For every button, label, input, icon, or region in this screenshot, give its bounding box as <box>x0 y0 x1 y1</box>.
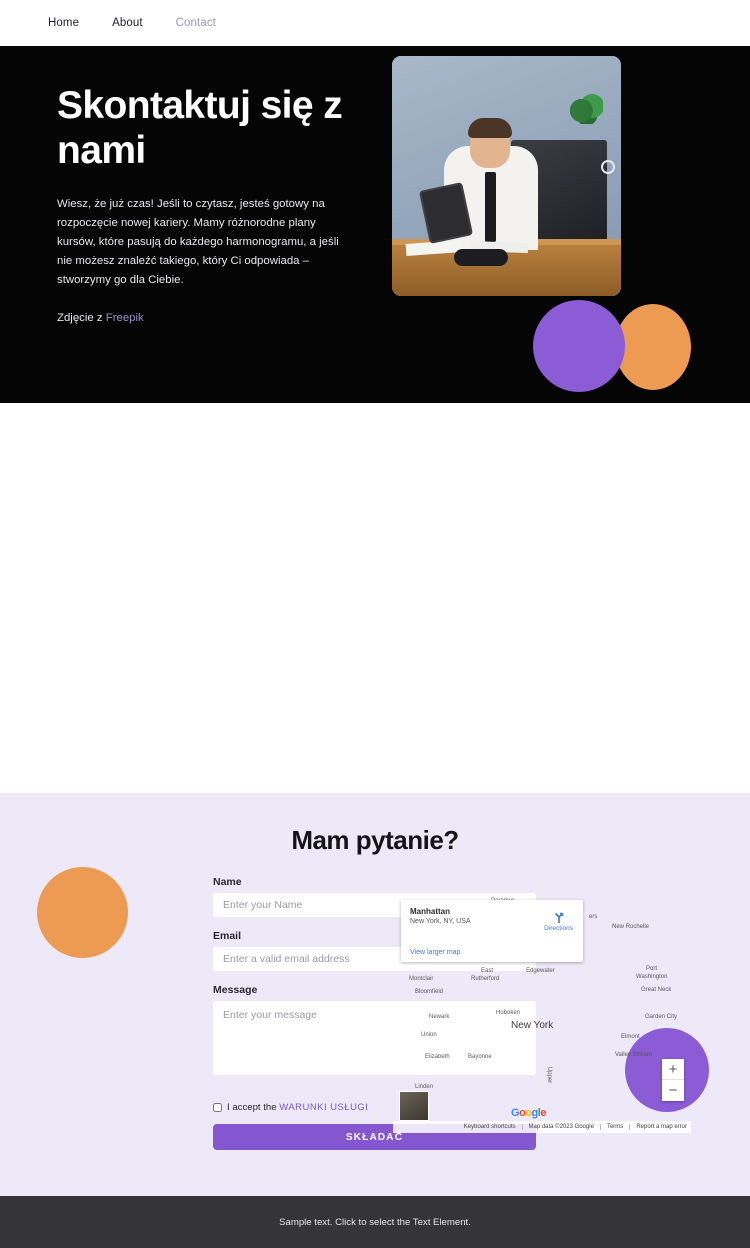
view-larger-map-link[interactable]: View larger map <box>410 949 460 956</box>
keyboard-shortcuts-link[interactable]: Keyboard shortcuts <box>464 1124 516 1130</box>
freepik-link[interactable]: Freepik <box>106 312 144 324</box>
photo-plant <box>567 94 603 124</box>
accept-terms-checkbox[interactable] <box>213 1103 222 1112</box>
map-label: Montclair <box>409 976 434 982</box>
accept-prefix: I accept the <box>227 1102 280 1113</box>
accept-terms-row: I accept the WARUNKI USŁUGI <box>213 1102 536 1113</box>
map-label: Great Neck <box>641 987 672 993</box>
nav-link-about[interactable]: About <box>112 17 143 29</box>
message-label: Message <box>213 984 258 996</box>
footer-text: Sample text. Click to select the Text El… <box>279 1216 471 1228</box>
map-label: Elizabeth <box>425 1054 450 1060</box>
photo-webcam-icon <box>601 160 615 174</box>
map-label-newyork: New York <box>511 1020 554 1031</box>
map-label: Hoboken <box>496 1010 521 1016</box>
map-label: Newark <box>429 1014 450 1020</box>
decor-circle-orange-hero <box>615 304 691 390</box>
map-label: Port <box>646 966 658 972</box>
nav-link-contact[interactable]: Contact <box>176 17 216 29</box>
directions-icon <box>554 912 563 923</box>
map-label: Elmont <box>621 1034 640 1040</box>
map-zoom-out-button[interactable]: − <box>662 1080 684 1101</box>
terms-link[interactable]: Terms <box>599 1124 623 1130</box>
decor-circle-orange-form <box>37 867 128 958</box>
hero-title: Skontaktuj się z nami <box>57 84 343 172</box>
photo-speaker <box>454 249 508 266</box>
map-data-text: Map data ©2023 Google <box>521 1124 594 1130</box>
map-zoom-in-button[interactable]: + <box>662 1059 684 1080</box>
question-form-section: Mam pytanie? Name Email Message I accept… <box>0 793 750 1196</box>
report-error-link[interactable]: Report a map error <box>629 1124 687 1130</box>
map-label: Valley Stream <box>615 1052 652 1058</box>
accept-terms-label: I accept the WARUNKI USŁUGI <box>227 1102 368 1113</box>
page-footer: Sample text. Click to select the Text El… <box>0 1196 750 1248</box>
photo-person-hair <box>468 118 512 138</box>
map-label: Edgewater <box>526 968 555 974</box>
map-label: Bloomfield <box>415 989 444 995</box>
google-logo: Google <box>511 1107 546 1119</box>
directions-label: Directions <box>544 925 573 932</box>
map-place-card: Manhattan New York, NY, USA View larger … <box>401 900 583 962</box>
map-attribution-bar: Keyboard shortcuts Map data ©2023 Google… <box>393 1121 691 1133</box>
hero-copy: Skontaktuj się z nami Wiesz, że już czas… <box>57 83 367 324</box>
hero-section: Skontaktuj się z nami Wiesz, że już czas… <box>0 46 750 403</box>
form-title: Mam pytanie? <box>291 825 459 855</box>
message-textarea[interactable] <box>213 1001 536 1075</box>
google-logo-letter: e <box>540 1107 546 1119</box>
map-zoom-controls[interactable]: + − <box>662 1059 684 1101</box>
hero-credit: Zdjęcie z Freepik <box>57 312 367 324</box>
map-label: Union <box>421 1032 437 1038</box>
page-root: Home About Contact Skontaktuj się z nami… <box>0 0 750 1248</box>
map-label: Rutherford <box>471 976 500 982</box>
decor-circle-purple-hero <box>533 300 625 392</box>
map-label: Upper <box>546 1066 553 1084</box>
google-logo-letter: G <box>511 1107 520 1119</box>
top-navbar: Home About Contact <box>0 0 750 46</box>
hero-description: Wiesz, że już czas! Jeśli to czytasz, je… <box>57 198 339 286</box>
map-label: New Rochelle <box>612 924 650 930</box>
directions-button[interactable]: Directions <box>544 910 573 932</box>
map-label: Bayonne <box>468 1054 492 1060</box>
name-label: Name <box>213 876 242 888</box>
map-label: East <box>481 968 494 974</box>
hero-photo <box>392 56 621 296</box>
nav-link-home[interactable]: Home <box>48 17 79 29</box>
map-label: Garden City <box>645 1014 678 1020</box>
terms-of-service-link[interactable]: WARUNKI USŁUGI <box>279 1102 368 1113</box>
map-streetview-thumbnail[interactable] <box>399 1091 429 1121</box>
map-label: ers <box>589 914 598 920</box>
map-label: Washington <box>636 974 668 980</box>
hero-credit-prefix: Zdjęcie z <box>57 312 106 324</box>
contact-section: Adres Broadway, Nowy Jork, NY, Stany Zje… <box>0 403 750 1166</box>
map-label: Linden <box>415 1084 434 1090</box>
photo-person-tie <box>485 172 496 242</box>
